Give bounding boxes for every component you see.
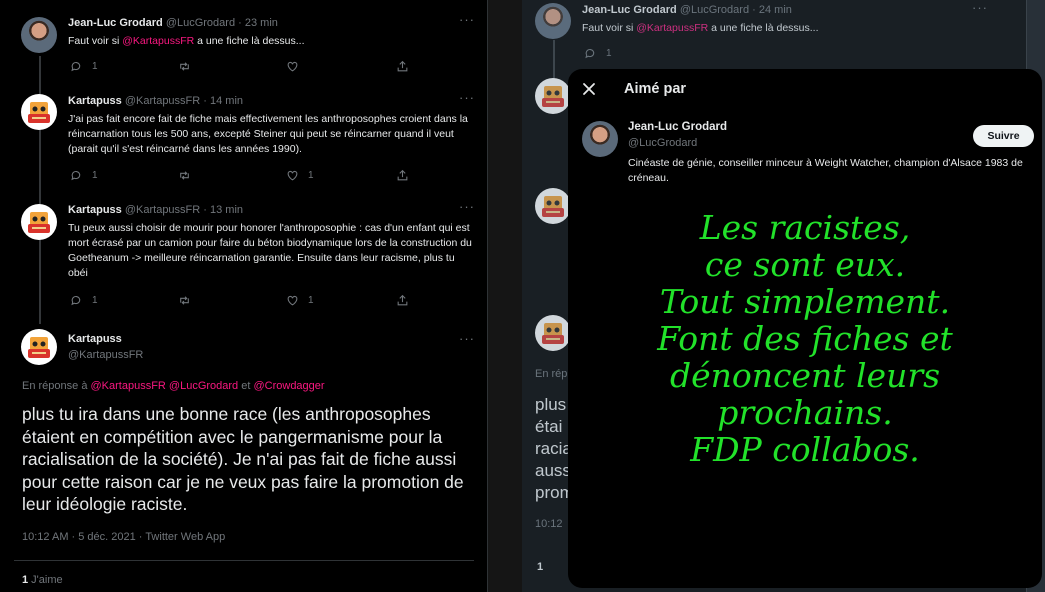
meme-text-image: Les racistes, ce sont eux. Tout simpleme… [568, 209, 1042, 468]
close-icon[interactable] [580, 80, 598, 98]
heart-icon [286, 169, 299, 182]
more-icon[interactable]: ··· [459, 90, 475, 105]
mention-link[interactable]: @LucGrodard [169, 380, 238, 392]
likes-count-link[interactable]: 1 J'aime [22, 574, 63, 586]
share-button[interactable] [396, 169, 409, 182]
share-button[interactable] [396, 294, 409, 307]
main-tweet-text: plus tu ira dans une bonne race (les ant… [22, 404, 464, 514]
like-button[interactable]: 1 [286, 169, 314, 182]
likes-label: J'aime [28, 574, 63, 586]
user-bio: Cinéaste de génie, conseiller minceur à … [628, 157, 1023, 184]
heart-icon [286, 60, 299, 73]
main-author-handle[interactable]: @KartapussFR [68, 349, 143, 361]
tweet-text: Tu peux aussi choisir de mourir pour hon… [68, 222, 472, 279]
tweet-time[interactable]: · 14 min [203, 95, 243, 107]
author-handle[interactable]: @KartapussFR [125, 204, 200, 216]
reply-icon [70, 294, 83, 307]
retweet-button[interactable] [178, 169, 191, 182]
share-icon [396, 294, 409, 307]
tweet-text-part: a une fiche là dessus... [194, 35, 305, 47]
tweet-text: J'ai pas fait encore fait de fiche mais … [68, 113, 468, 155]
user-name[interactable]: Jean-Luc Grodard [628, 121, 727, 133]
retweet-button[interactable] [178, 294, 191, 307]
author-handle[interactable]: @LucGrodard [166, 17, 235, 29]
reply-icon [70, 169, 83, 182]
like-count: 1 [308, 170, 314, 181]
tweet-actions: 1 [70, 60, 410, 74]
author-handle[interactable]: @KartapussFR [125, 95, 200, 107]
tweet-timestamp[interactable]: 10:12 AM · 5 déc. 2021 · Twitter Web App [22, 531, 225, 543]
retweet-button[interactable] [178, 60, 191, 73]
meme-line: Les racistes, [699, 208, 911, 247]
mention-link[interactable]: @Crowdagger [253, 380, 324, 392]
reply-icon [70, 60, 83, 73]
reply-count: 1 [92, 170, 98, 181]
reply-count: 1 [92, 295, 98, 306]
divider [14, 560, 474, 561]
share-icon [396, 169, 409, 182]
meme-line: dénoncent leurs [669, 356, 941, 395]
avatar[interactable] [21, 204, 57, 240]
follow-button[interactable]: Suivre [973, 125, 1034, 147]
window-gap [488, 0, 522, 592]
share-icon [396, 60, 409, 73]
user-handle[interactable]: @LucGrodard [628, 137, 697, 149]
user-avatar[interactable] [582, 121, 618, 157]
left-tweet-thread: Jean-Luc Grodard @LucGrodard · 23 min ··… [0, 0, 488, 592]
meme-line: prochains. [717, 393, 893, 432]
liked-by-modal: Aimé par Jean-Luc Grodard @LucGrodard Su… [568, 69, 1042, 588]
like-button[interactable] [286, 60, 299, 73]
reply-button[interactable]: 1 [70, 169, 98, 182]
mention-link[interactable]: @KartapussFR [122, 35, 194, 47]
mention-link[interactable]: @KartapussFR [91, 380, 166, 392]
meme-line: FDP collabos. [690, 430, 920, 469]
reply-button[interactable]: 1 [70, 60, 98, 73]
like-button[interactable]: 1 [286, 294, 314, 307]
avatar[interactable] [21, 17, 57, 53]
more-icon[interactable]: ··· [459, 12, 475, 27]
share-button[interactable] [396, 60, 409, 73]
tweet-text-part: Faut voir si [68, 35, 123, 47]
tweet-time[interactable]: · 13 min [203, 204, 243, 216]
reply-to-and: et [238, 380, 254, 392]
more-icon[interactable]: ··· [459, 199, 475, 214]
tweet-header: Kartapuss @KartapussFR · 13 min [68, 204, 243, 216]
tweet-text: Faut voir si @KartapussFR a une fiche là… [68, 34, 473, 49]
modal-title: Aimé par [624, 81, 687, 97]
retweet-icon [178, 294, 191, 307]
author-name[interactable]: Kartapuss [68, 204, 122, 216]
avatar[interactable] [21, 94, 57, 130]
reply-count: 1 [92, 61, 98, 72]
reply-to-line: En réponse à @KartapussFR @LucGrodard et… [22, 380, 325, 392]
tweet-time[interactable]: · 23 min [238, 17, 278, 29]
tweet-header: Kartapuss @KartapussFR · 14 min [68, 95, 243, 107]
author-name[interactable]: Jean-Luc Grodard [68, 17, 163, 29]
tweet-header: Jean-Luc Grodard @LucGrodard · 23 min [68, 17, 278, 29]
retweet-icon [178, 169, 191, 182]
more-icon[interactable]: ··· [459, 331, 475, 346]
avatar[interactable] [21, 329, 57, 365]
tweet-actions: 1 1 [70, 169, 410, 183]
main-author-name[interactable]: Kartapuss [68, 333, 122, 345]
meme-line: Tout simplement. [659, 282, 951, 321]
meme-line: ce sont eux. [704, 245, 906, 284]
tweet-actions: 1 1 [70, 294, 410, 308]
like-count: 1 [308, 295, 314, 306]
reply-button[interactable]: 1 [70, 294, 98, 307]
retweet-icon [178, 60, 191, 73]
reply-to-prefix: En réponse à [22, 380, 91, 392]
meme-line: Font des fiches et [657, 319, 953, 358]
heart-icon [286, 294, 299, 307]
author-name[interactable]: Kartapuss [68, 95, 122, 107]
modal-header: Aimé par [568, 69, 1042, 111]
